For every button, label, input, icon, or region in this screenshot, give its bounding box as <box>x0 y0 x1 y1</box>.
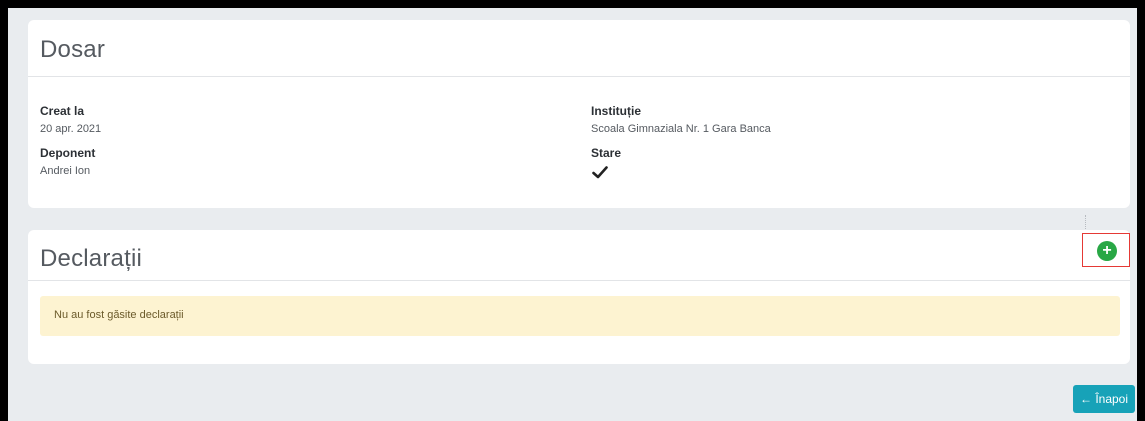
page-area: Dosar Creat la 20 apr. 2021 Instituție S… <box>8 8 1137 421</box>
status-label: Stare <box>591 146 622 160</box>
back-button[interactable]: ← Înapoi <box>1073 385 1135 413</box>
depositor-label: Deponent <box>40 146 96 160</box>
plus-icon: + <box>1102 242 1112 259</box>
empty-alert: Nu au fost găsite declarații <box>40 296 1120 336</box>
declaratii-title: Declarații <box>40 245 143 272</box>
dosar-title: Dosar <box>40 36 106 63</box>
dosar-divider <box>28 76 1130 77</box>
declaratii-divider <box>28 280 1130 281</box>
empty-message: Nu au fost găsite declarații <box>54 309 184 321</box>
add-button-highlight: + <box>1082 233 1130 267</box>
dosar-card: Dosar Creat la 20 apr. 2021 Instituție S… <box>28 20 1130 208</box>
add-declaration-button[interactable]: + <box>1097 241 1117 261</box>
created-value: 20 apr. 2021 <box>40 123 102 135</box>
institution-value: Scoala Gimnaziala Nr. 1 Gara Banca <box>591 123 771 135</box>
depositor-value: Andrei Ion <box>40 165 91 177</box>
guide-line <box>1085 215 1086 229</box>
checkmark-icon <box>592 166 608 179</box>
declaratii-card: Declarații + Nu au fost găsite declarați… <box>28 230 1130 364</box>
created-label: Creat la <box>40 104 85 118</box>
institution-label: Instituție <box>591 104 641 118</box>
